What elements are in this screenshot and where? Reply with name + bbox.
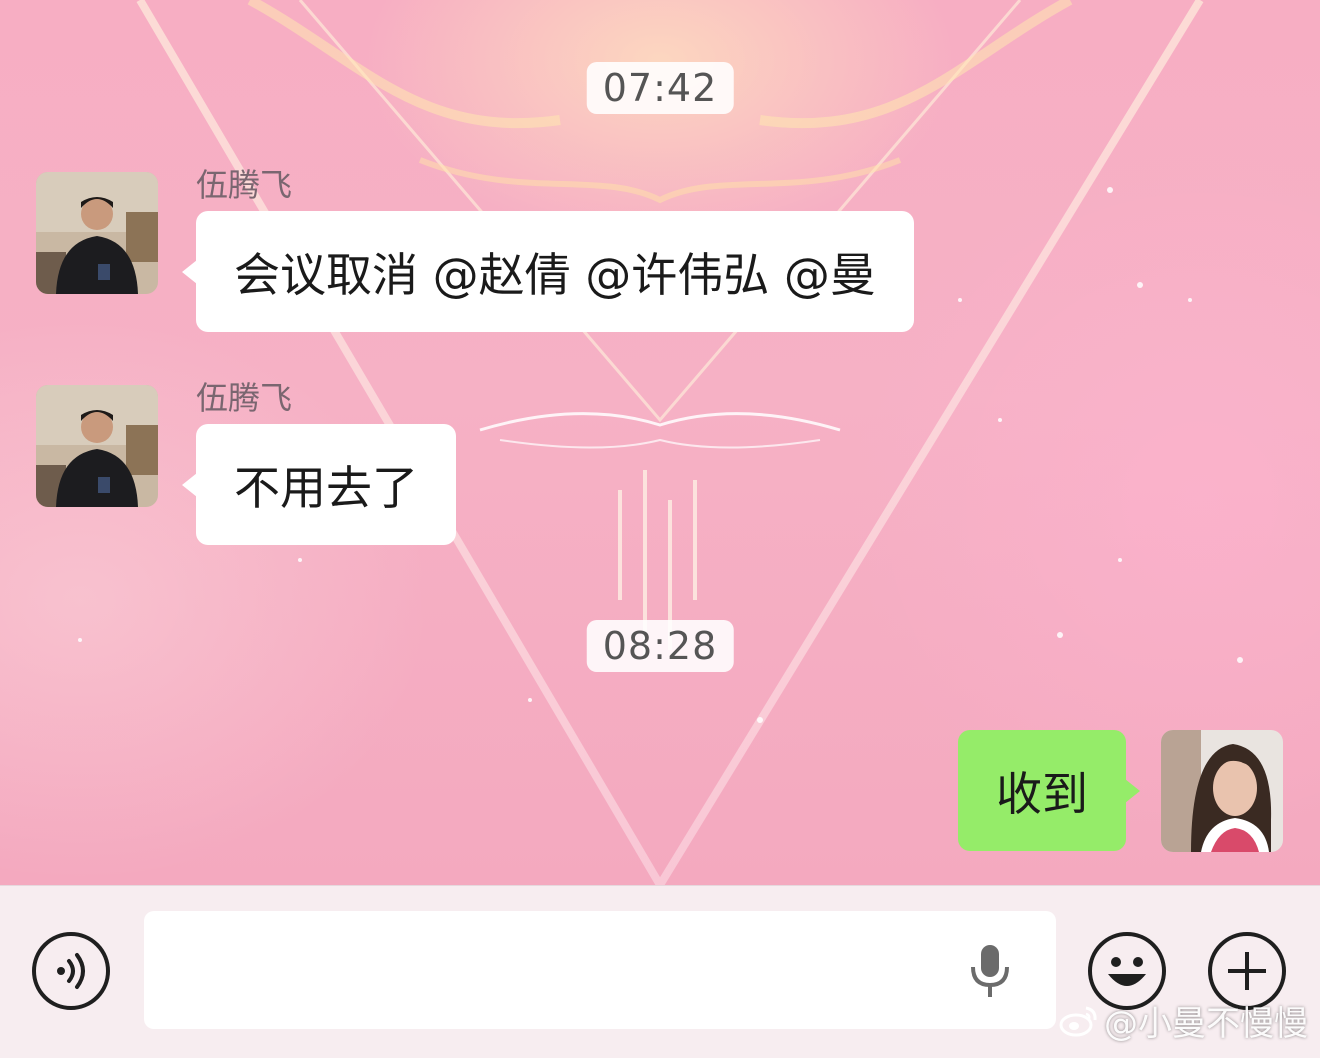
timestamp: 07:42 (586, 62, 734, 114)
avatar-photo (1161, 730, 1283, 852)
avatar-sender[interactable] (36, 172, 158, 294)
avatar-sender[interactable] (36, 385, 158, 507)
watermark-text: @小曼不慢慢 (1104, 1004, 1308, 1044)
watermark: @小曼不慢慢 (1058, 996, 1308, 1045)
voice-toggle-button[interactable] (32, 932, 110, 1010)
sender-name: 伍腾飞 (196, 166, 293, 204)
avatar-self[interactable] (1161, 730, 1283, 852)
timestamp: 08:28 (586, 620, 734, 672)
plus-icon (1228, 952, 1266, 990)
message-bubble[interactable]: 会议取消 @赵倩 @许伟弘 @曼 (196, 211, 914, 332)
message-bubble-outgoing[interactable]: 收到 (958, 730, 1126, 851)
message-input[interactable] (144, 911, 1056, 1029)
sender-name: 伍腾飞 (196, 379, 293, 417)
voice-toggle-icon (57, 953, 85, 989)
avatar-photo (36, 172, 158, 294)
microphone-icon[interactable] (968, 943, 1012, 999)
weibo-logo-icon (1059, 1006, 1097, 1036)
message-bubble[interactable]: 不用去了 (196, 424, 456, 545)
chat-area: 07:42 伍腾飞 会议取消 @赵倩 @许伟弘 @曼 伍腾飞 不用去了 08:2… (0, 0, 1320, 885)
avatar-photo (36, 385, 158, 507)
